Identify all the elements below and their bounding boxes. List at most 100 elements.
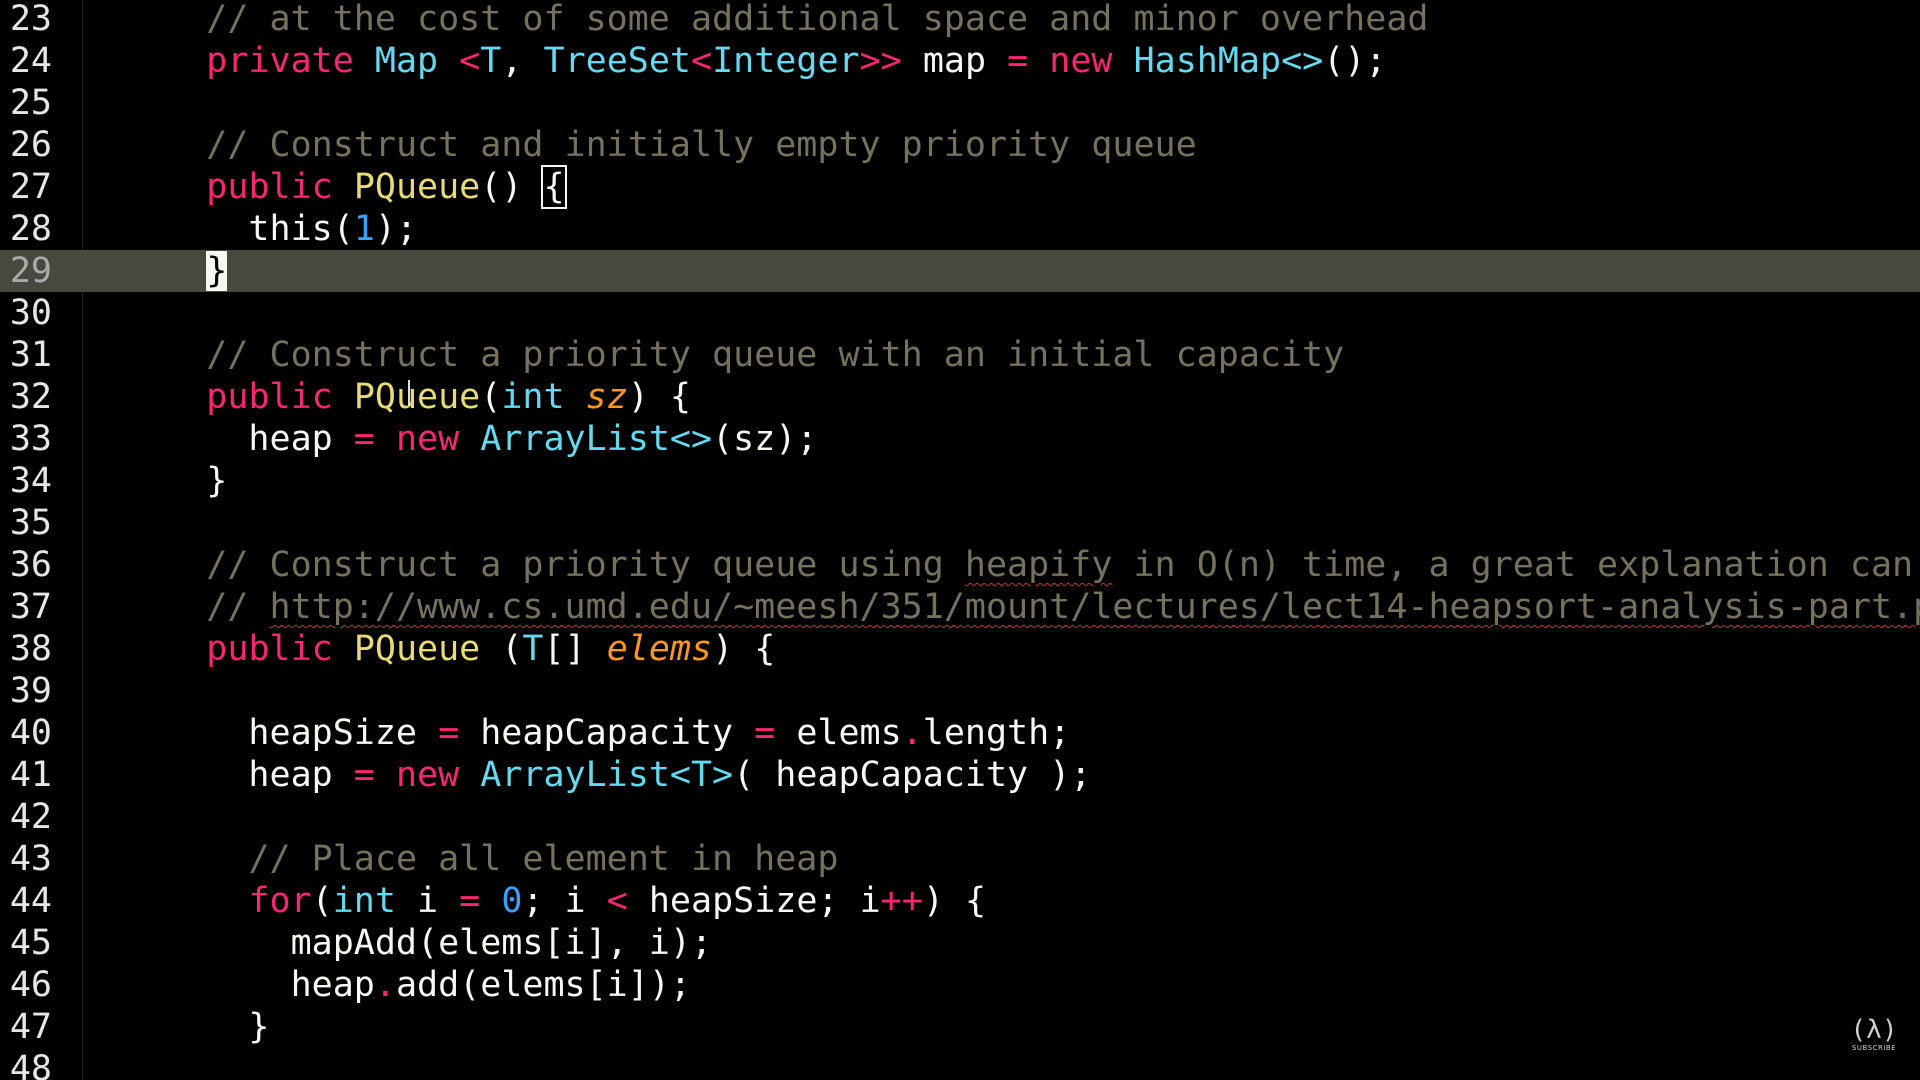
code-line[interactable]: 30 <box>0 292 1920 334</box>
code-token: { <box>541 165 567 209</box>
code-line[interactable]: 25 <box>0 82 1920 124</box>
line-number: 41 <box>9 755 52 795</box>
code-token: } <box>206 251 228 291</box>
code-line[interactable]: 28 this(1); <box>0 208 1920 250</box>
code-token: () <box>480 167 544 207</box>
line-number: 23 <box>9 0 52 39</box>
code-token: // <box>206 587 270 627</box>
code-line[interactable]: 39 <box>0 670 1920 712</box>
code-text[interactable]: // Construct a priority queue with an in… <box>122 334 1344 376</box>
code-token: // Construct a priority queue with an in… <box>206 335 1345 375</box>
code-line[interactable]: 23 // at the cost of some additional spa… <box>0 0 1920 40</box>
code-text[interactable]: // Construct a priority queue using heap… <box>122 544 1920 586</box>
line-number: 30 <box>9 293 52 333</box>
code-token: int <box>332 881 396 921</box>
code-token: . <box>374 965 396 1005</box>
code-line[interactable]: 48 <box>0 1048 1920 1080</box>
line-number: 37 <box>9 587 52 627</box>
code-line[interactable]: 32 public PQueue(int sz) { <box>0 376 1920 418</box>
code-line[interactable]: 37 // http://www.cs.umd.edu/~meesh/351/m… <box>0 586 1920 628</box>
code-line[interactable]: 26 // Construct and initially empty prio… <box>0 124 1920 166</box>
code-line[interactable]: 27 public PQueue() { <box>0 165 1920 209</box>
code-line[interactable]: 33 heap = new ArrayList<>(sz); <box>0 418 1920 460</box>
code-token: new <box>1049 41 1113 81</box>
code-token: // at the cost of some additional space … <box>206 0 1429 39</box>
code-text[interactable]: } <box>122 250 228 292</box>
code-token: ( heapCapacity ); <box>733 755 1092 795</box>
code-token: public <box>206 629 333 669</box>
code-line[interactable]: 44 for(int i = 0; i < heapSize; i++) { <box>0 880 1920 922</box>
code-text[interactable]: heap = new ArrayList<T>( heapCapacity ); <box>122 754 1091 796</box>
code-token: = <box>438 713 460 753</box>
code-token: heapify <box>964 545 1113 585</box>
code-text[interactable]: mapAdd(elems[i], i); <box>122 922 712 964</box>
code-line[interactable]: 43 // Place all element in heap <box>0 838 1920 880</box>
code-token: private <box>206 41 354 81</box>
code-token: http://www.cs.umd.edu/~meesh/351/mount/l… <box>269 587 1920 627</box>
code-editor[interactable]: 23 // at the cost of some additional spa… <box>0 0 1920 1080</box>
code-token: // Construct a priority queue using <box>206 545 965 585</box>
code-text[interactable]: } <box>122 460 227 502</box>
code-token: (sz); <box>712 419 818 459</box>
subscribe-label: SUBSCRIBE <box>1851 1044 1897 1052</box>
code-text[interactable]: public PQueue() { <box>122 165 567 209</box>
code-token: } <box>122 1007 270 1047</box>
code-text[interactable]: heapSize = heapCapacity = elems.length; <box>122 712 1070 754</box>
code-token: map <box>901 41 1008 81</box>
code-line[interactable]: 24 private Map <T, TreeSet<Integer>> map… <box>0 40 1920 82</box>
code-text[interactable]: this(1); <box>122 208 417 250</box>
code-text[interactable]: // Construct and initially empty priorit… <box>122 124 1197 166</box>
code-line[interactable]: 29 } <box>0 250 1920 292</box>
code-line[interactable]: 36 // Construct a priority queue using h… <box>0 544 1920 586</box>
code-text[interactable]: // http://www.cs.umd.edu/~meesh/351/moun… <box>122 586 1920 628</box>
code-token: new <box>395 755 460 795</box>
code-token: ArrayList<> <box>480 419 713 459</box>
code-text[interactable]: // at the cost of some additional space … <box>122 0 1428 40</box>
code-token: , <box>501 41 544 81</box>
line-number: 29 <box>9 251 52 291</box>
code-token: // Construct and initially empty priorit… <box>206 125 1197 165</box>
code-line[interactable]: 40 heapSize = heapCapacity = elems.lengt… <box>0 712 1920 754</box>
subscribe-watermark[interactable]: (λ) SUBSCRIBE <box>1850 1016 1898 1060</box>
code-line[interactable]: 38 public PQueue (T[] elems) { <box>0 628 1920 670</box>
code-text[interactable]: public PQueue (T[] elems) { <box>122 628 775 670</box>
code-text[interactable]: } <box>122 1006 270 1048</box>
code-token: public <box>206 167 333 207</box>
code-token: PQueue <box>353 377 481 417</box>
code-token: HashMap<> <box>1133 41 1324 81</box>
code-line[interactable]: 42 <box>0 796 1920 838</box>
code-text[interactable]: private Map <T, TreeSet<Integer>> map = … <box>122 40 1386 82</box>
code-lines[interactable]: 23 // at the cost of some additional spa… <box>0 0 1920 1080</box>
code-line[interactable]: 35 <box>0 502 1920 544</box>
code-text[interactable]: for(int i = 0; i < heapSize; i++) { <box>122 880 986 922</box>
code-token: // Place all element in heap <box>248 839 839 879</box>
code-line[interactable]: 45 mapAdd(elems[i], i); <box>0 922 1920 964</box>
code-token: = <box>353 419 375 459</box>
freecodecamp-logo-icon: (λ) <box>1850 1015 1898 1045</box>
code-token: elems <box>606 629 713 669</box>
code-token: ) { <box>922 881 987 921</box>
code-line[interactable]: 46 heap.add(elems[i]); <box>0 964 1920 1006</box>
code-line[interactable]: 41 heap = new ArrayList<T>( heapCapacity… <box>0 754 1920 796</box>
code-line[interactable]: 31 // Construct a priority queue with an… <box>0 334 1920 376</box>
code-token: = <box>754 713 776 753</box>
line-number: 35 <box>9 503 52 543</box>
code-token: heap <box>122 755 354 795</box>
code-line[interactable]: 47 } <box>0 1006 1920 1048</box>
code-text[interactable]: // Place all element in heap <box>122 838 838 880</box>
code-text[interactable]: public PQueue(int sz) { <box>122 376 691 418</box>
code-text[interactable]: heap.add(elems[i]); <box>122 964 691 1006</box>
code-line[interactable]: 34 } <box>0 460 1920 502</box>
code-text[interactable]: heap = new ArrayList<>(sz); <box>122 418 817 460</box>
line-number: 38 <box>9 629 52 669</box>
